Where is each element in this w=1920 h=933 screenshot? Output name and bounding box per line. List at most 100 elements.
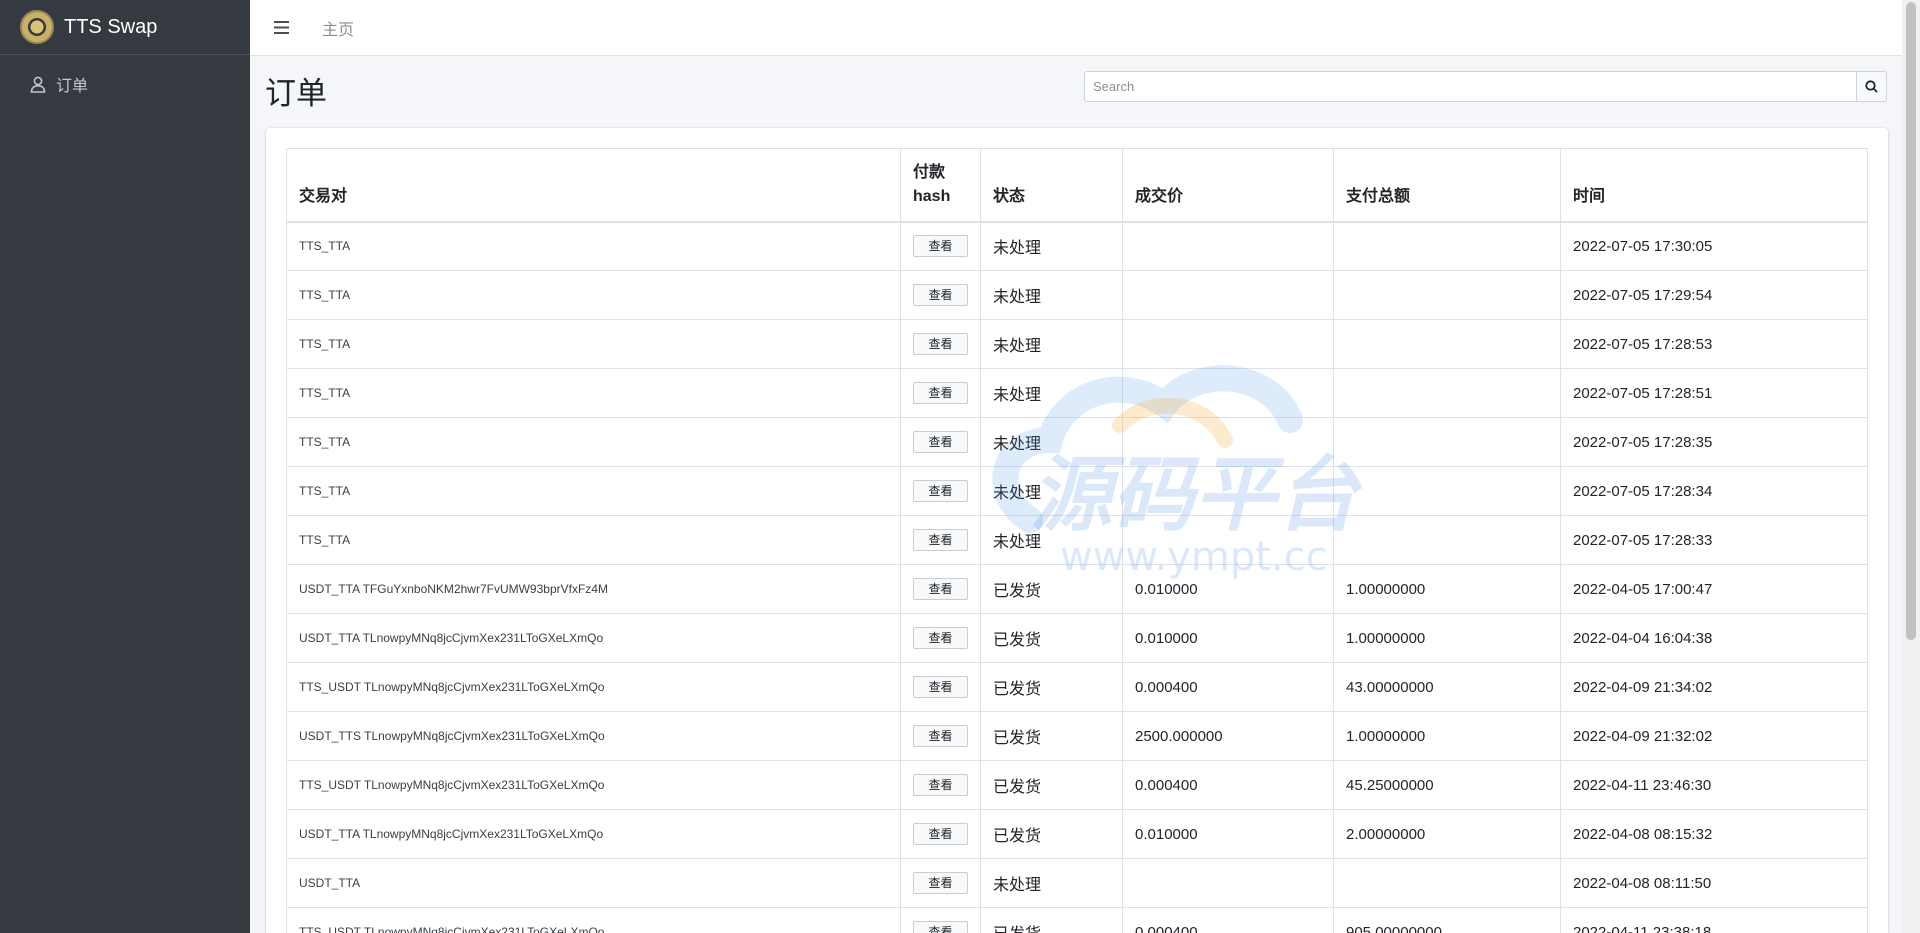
view-hash-button[interactable]: 查看 <box>913 382 968 404</box>
brand-text: TTS Swap <box>64 15 158 38</box>
cell-status: 未处理 <box>980 858 1123 908</box>
cell-total <box>1333 466 1561 516</box>
page-scrollbar[interactable] <box>1902 0 1920 933</box>
view-hash-button[interactable]: 查看 <box>913 921 968 933</box>
cell-status: 已发货 <box>980 907 1123 933</box>
cell-hash: 查看 <box>900 564 981 614</box>
table-row: TTS_TTA 查看 未处理 2022-07-05 17:28:35 <box>286 417 1868 467</box>
cell-total <box>1333 858 1561 908</box>
cell-time: 2022-04-11 23:46:30 <box>1560 760 1868 810</box>
cell-status: 已发货 <box>980 613 1123 663</box>
cell-total <box>1333 319 1561 369</box>
cell-status: 未处理 <box>980 417 1123 467</box>
sidebar-item-label: 订单 <box>56 78 89 95</box>
cell-price <box>1122 368 1334 418</box>
table-row: USDT_TTA TFGuYxnboNKM2hwr7FvUMW93bprVfxF… <box>286 564 1868 614</box>
brand-link[interactable]: TTS Swap <box>0 0 250 55</box>
cell-price: 0.010000 <box>1122 809 1334 859</box>
cell-status: 已发货 <box>980 564 1123 614</box>
cell-hash: 查看 <box>900 711 981 761</box>
view-hash-button[interactable]: 查看 <box>913 431 968 453</box>
view-hash-button[interactable]: 查看 <box>913 676 968 698</box>
cell-status: 已发货 <box>980 809 1123 859</box>
header-price[interactable]: 成交价 <box>1122 148 1334 223</box>
cell-total: 1.00000000 <box>1333 564 1561 614</box>
view-hash-button[interactable]: 查看 <box>913 872 968 894</box>
cell-price <box>1122 319 1334 369</box>
cell-time: 2022-07-05 17:28:35 <box>1560 417 1868 467</box>
cell-status: 已发货 <box>980 662 1123 712</box>
cell-hash: 查看 <box>900 613 981 663</box>
view-hash-button[interactable]: 查看 <box>913 578 968 600</box>
sidebar-item-orders[interactable]: 订单 <box>0 67 250 101</box>
cell-pair: TTS_USDT TLnowpyMNq8jcCjvmXex231LToGXeLX… <box>286 662 901 712</box>
cell-status: 已发货 <box>980 711 1123 761</box>
view-hash-button[interactable]: 查看 <box>913 774 968 796</box>
cell-time: 2022-04-11 23:38:18 <box>1560 907 1868 933</box>
cell-price <box>1122 515 1334 565</box>
home-link[interactable]: 主页 <box>322 16 354 40</box>
view-hash-button[interactable]: 查看 <box>913 627 968 649</box>
view-hash-button[interactable]: 查看 <box>913 725 968 747</box>
table-row: USDT_TTA TLnowpyMNq8jcCjvmXex231LToGXeLX… <box>286 613 1868 663</box>
table-header-row: 交易对 付款 hash 状态 成交价 支付总额 时间 <box>286 148 1868 223</box>
user-icon <box>30 76 46 93</box>
cell-pair: USDT_TTS TLnowpyMNq8jcCjvmXex231LToGXeLX… <box>286 711 901 761</box>
table-row: USDT_TTA TLnowpyMNq8jcCjvmXex231LToGXeLX… <box>286 809 1868 859</box>
header-time[interactable]: 时间 <box>1560 148 1868 223</box>
top-navbar: 主页 <box>250 0 1902 56</box>
view-hash-button[interactable]: 查看 <box>913 823 968 845</box>
table-row: TTS_USDT TLnowpyMNq8jcCjvmXex231LToGXeLX… <box>286 662 1868 712</box>
header-total[interactable]: 支付总额 <box>1333 148 1561 223</box>
cell-hash: 查看 <box>900 662 981 712</box>
cell-pair: TTS_TTA <box>286 368 901 418</box>
table-row: USDT_TTS TLnowpyMNq8jcCjvmXex231LToGXeLX… <box>286 711 1868 761</box>
view-hash-button[interactable]: 查看 <box>913 480 968 502</box>
table-row: TTS_TTA 查看 未处理 2022-07-05 17:28:51 <box>286 368 1868 418</box>
cell-time: 2022-07-05 17:28:51 <box>1560 368 1868 418</box>
search-form <box>1084 71 1887 102</box>
cell-pair: TTS_USDT TLnowpyMNq8jcCjvmXex231LToGXeLX… <box>286 760 901 810</box>
brand-logo <box>20 10 54 44</box>
cell-time: 2022-07-05 17:30:05 <box>1560 221 1868 271</box>
cell-time: 2022-04-09 21:34:02 <box>1560 662 1868 712</box>
cell-total <box>1333 221 1561 271</box>
table-row: TTS_TTA 查看 未处理 2022-07-05 17:28:34 <box>286 466 1868 516</box>
search-input[interactable] <box>1084 71 1856 102</box>
cell-time: 2022-04-04 16:04:38 <box>1560 613 1868 663</box>
cell-status: 未处理 <box>980 221 1123 271</box>
table-row: TTS_TTA 查看 未处理 2022-07-05 17:28:33 <box>286 515 1868 565</box>
cell-hash: 查看 <box>900 270 981 320</box>
hamburger-icon[interactable] <box>250 21 312 34</box>
orders-table: 交易对 付款 hash 状态 成交价 支付总额 时间 TTS_TTA 查看 未处理 20… <box>286 148 1868 933</box>
cell-pair: TTS_TTA <box>286 221 901 271</box>
cell-total <box>1333 417 1561 467</box>
cell-total <box>1333 515 1561 565</box>
view-hash-button[interactable]: 查看 <box>913 333 968 355</box>
search-button[interactable] <box>1856 71 1887 102</box>
cell-hash: 查看 <box>900 368 981 418</box>
cell-hash: 查看 <box>900 907 981 933</box>
cell-pair: TTS_TTA <box>286 466 901 516</box>
header-hash[interactable]: 付款 hash <box>900 148 981 223</box>
cell-status: 未处理 <box>980 466 1123 516</box>
cell-price <box>1122 417 1334 467</box>
cell-hash: 查看 <box>900 858 981 908</box>
header-status[interactable]: 状态 <box>980 148 1123 223</box>
cell-hash: 查看 <box>900 809 981 859</box>
page-title: 订单 <box>265 76 327 111</box>
cell-status: 未处理 <box>980 319 1123 369</box>
scrollbar-thumb[interactable] <box>1906 2 1916 640</box>
view-hash-button[interactable]: 查看 <box>913 235 968 258</box>
cell-price: 0.000400 <box>1122 760 1334 810</box>
table-row: TTS_TTA 查看 未处理 2022-07-05 17:28:53 <box>286 319 1868 369</box>
cell-pair: TTS_TTA <box>286 417 901 467</box>
view-hash-button[interactable]: 查看 <box>913 284 968 306</box>
cell-total <box>1333 368 1561 418</box>
table-row: TTS_USDT TLnowpyMNq8jcCjvmXex231LToGXeLX… <box>286 760 1868 810</box>
cell-price <box>1122 466 1334 516</box>
header-hash-line1: 付款 <box>913 163 946 181</box>
cell-total <box>1333 270 1561 320</box>
header-pair[interactable]: 交易对 <box>286 148 901 223</box>
view-hash-button[interactable]: 查看 <box>913 529 968 551</box>
